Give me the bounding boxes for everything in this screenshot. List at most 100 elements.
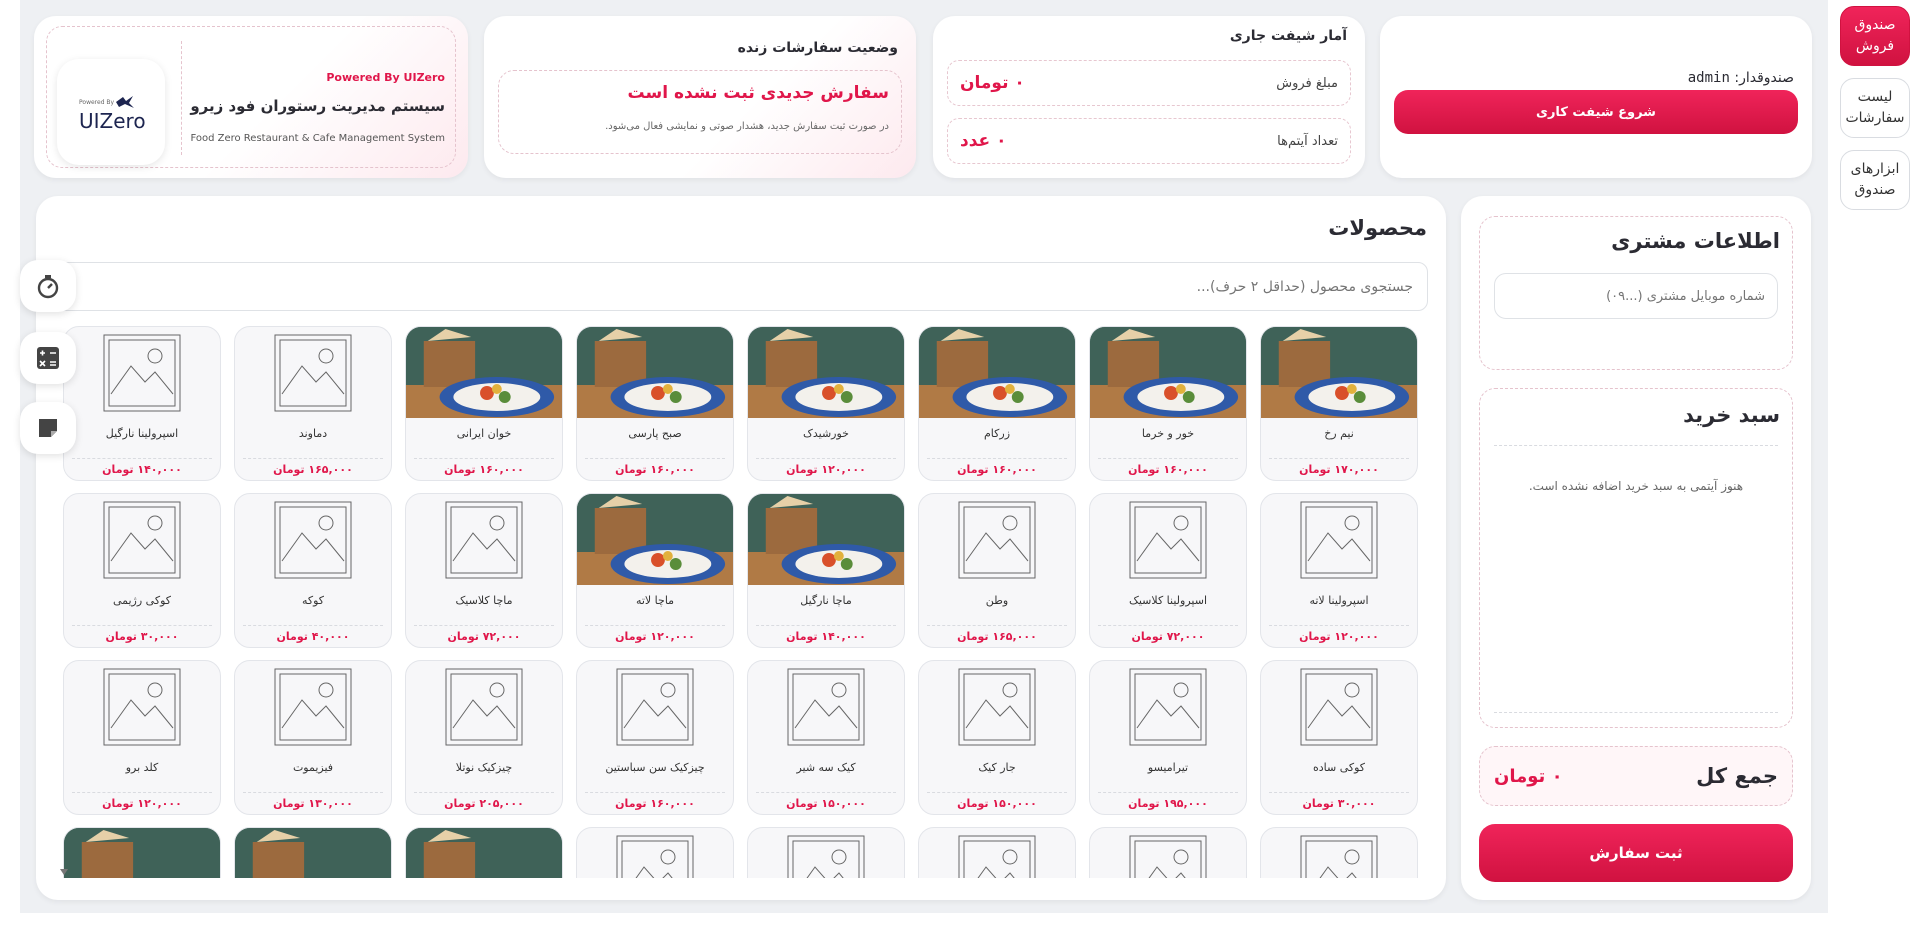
product-photo: [748, 327, 904, 418]
product-card[interactable]: [1260, 827, 1418, 878]
product-name: خورشیدک: [803, 427, 849, 440]
total-box: جمع کل ۰ تومان: [1479, 746, 1793, 806]
product-card[interactable]: نیم رخ ۱۷۰,۰۰۰ تومان: [1260, 326, 1418, 481]
product-image-placeholder-icon: [1090, 828, 1246, 878]
total-value: ۰ تومان: [1494, 765, 1563, 787]
product-card[interactable]: [234, 827, 392, 878]
product-card[interactable]: اسپرولینا نارگیل ۱۴۰,۰۰۰ تومان: [63, 326, 221, 481]
product-card[interactable]: زرکام ۱۶۰,۰۰۰ تومان: [918, 326, 1076, 481]
product-price: ۱۶۵,۰۰۰ تومان: [243, 458, 383, 476]
product-image-placeholder-icon: [919, 661, 1075, 752]
brand-divider: [181, 41, 182, 155]
product-search-input[interactable]: [52, 262, 1428, 311]
product-card[interactable]: چیزکیک سن سباستین ۱۶۰,۰۰۰ تومان: [576, 660, 734, 815]
product-price: ۳۰,۰۰۰ تومان: [72, 625, 212, 643]
product-name: نیم رخ: [1324, 427, 1354, 440]
product-card[interactable]: ماچا کلاسیک ۷۲,۰۰۰ تومان: [405, 493, 563, 648]
product-price: ۱۵۰,۰۰۰ تومان: [756, 792, 896, 810]
products-title: محصولات: [1328, 216, 1427, 240]
cart-box: سبد خرید هنوز آیتمی به سبد خرید اضافه نش…: [1479, 388, 1793, 728]
sales-amount-value: ۰ تومان: [960, 73, 1025, 93]
product-price: ۱۵۰,۰۰۰ تومان: [927, 792, 1067, 810]
product-card[interactable]: وطن ۱۶۵,۰۰۰ تومان: [918, 493, 1076, 648]
nav-cash-register[interactable]: صندوق فروش: [1840, 6, 1910, 66]
brand-card: Powered By UIZero سیستم مدیریت رستوران ف…: [34, 16, 468, 178]
product-card[interactable]: فیزیموت ۱۳۰,۰۰۰ تومان: [234, 660, 392, 815]
product-card[interactable]: چیزکیک نوتلا ۲۰۵,۰۰۰ تومان: [405, 660, 563, 815]
product-image-placeholder-icon: [919, 494, 1075, 585]
product-card[interactable]: [576, 827, 734, 878]
product-card[interactable]: کیک سه شیر ۱۵۰,۰۰۰ تومان: [747, 660, 905, 815]
cashier-info: صندوقدار: admin: [1688, 70, 1794, 86]
product-price: ۱۲۰,۰۰۰ تومان: [1269, 625, 1409, 643]
live-orders-card: وضعیت سفارشات زنده سفارش جدیدی ثبت نشده …: [484, 16, 916, 178]
logo-small-text: Powered By: [79, 99, 115, 106]
note-tool-button[interactable]: [20, 402, 76, 454]
scroll-down-icon[interactable]: [56, 862, 70, 876]
product-card[interactable]: تیرامیسو ۱۹۵,۰۰۰ تومان: [1089, 660, 1247, 815]
product-name: وطن: [985, 594, 1009, 607]
product-price: ۱۶۵,۰۰۰ تومان: [927, 625, 1067, 643]
product-card[interactable]: [1089, 827, 1247, 878]
brand-title: سیستم مدیریت رستوران فود زیرو: [190, 97, 445, 115]
product-price: ۱۲۰,۰۰۰ تومان: [756, 458, 896, 476]
product-photo: [406, 828, 562, 878]
sales-amount-box: مبلغ فروش ۰ تومان: [947, 60, 1351, 106]
product-photo: [577, 327, 733, 418]
product-card[interactable]: [747, 827, 905, 878]
shift-stats-card: آمار شیفت جاری مبلغ فروش ۰ تومان تعداد آ…: [933, 16, 1365, 178]
product-card[interactable]: ماچا لاته ۱۲۰,۰۰۰ تومان: [576, 493, 734, 648]
product-photo: [577, 494, 733, 585]
product-image-placeholder-icon: [1090, 661, 1246, 752]
start-shift-button[interactable]: شروع شیفت کاری: [1394, 90, 1798, 134]
product-price: ۴۰,۰۰۰ تومان: [243, 625, 383, 643]
product-card[interactable]: اسپرولینا کلاسیک ۷۲,۰۰۰ تومان: [1089, 493, 1247, 648]
product-image-placeholder-icon: [748, 661, 904, 752]
submit-order-button[interactable]: ثبت سفارش: [1479, 824, 1793, 882]
product-card[interactable]: کوکه ۴۰,۰۰۰ تومان: [234, 493, 392, 648]
timer-tool-button[interactable]: [20, 260, 76, 312]
customer-info-title: اطلاعات مشتری: [1611, 229, 1780, 253]
live-orders-title: وضعیت سفارشات زنده: [737, 40, 898, 56]
product-card[interactable]: اسپرولینا لاته ۱۲۰,۰۰۰ تومان: [1260, 493, 1418, 648]
bird-icon: [116, 96, 134, 108]
product-name: خوان ایرانی: [456, 427, 512, 440]
product-image-placeholder-icon: [235, 661, 391, 752]
product-name: چیزکیک نوتلا: [455, 761, 513, 774]
product-price: ۳۰,۰۰۰ تومان: [1269, 792, 1409, 810]
product-card[interactable]: جار کیک ۱۵۰,۰۰۰ تومان: [918, 660, 1076, 815]
calculator-tool-button[interactable]: [20, 332, 76, 384]
product-card[interactable]: [405, 827, 563, 878]
product-name: ماچا کلاسیک: [455, 594, 513, 607]
cart-empty-message: هنوز آیتمی به سبد خرید اضافه نشده است.: [1528, 479, 1744, 493]
product-card[interactable]: صبح پارسی ۱۶۰,۰۰۰ تومان: [576, 326, 734, 481]
product-photo: [1090, 327, 1246, 418]
product-card[interactable]: کلد برو ۱۲۰,۰۰۰ تومان: [63, 660, 221, 815]
product-price: ۱۶۰,۰۰۰ تومان: [585, 792, 725, 810]
product-photo: [235, 828, 391, 878]
product-name: خور و خرما: [1141, 427, 1195, 440]
product-card[interactable]: کوکی رژیمی ۳۰,۰۰۰ تومان: [63, 493, 221, 648]
product-price: ۱۶۰,۰۰۰ تومان: [927, 458, 1067, 476]
product-image-placeholder-icon: [64, 494, 220, 585]
product-card[interactable]: کوکی ساده ۳۰,۰۰۰ تومان: [1260, 660, 1418, 815]
product-card[interactable]: ماچا نارگیل ۱۴۰,۰۰۰ تومان: [747, 493, 905, 648]
cart-bottom-divider: [1494, 712, 1778, 713]
customer-phone-input[interactable]: [1494, 273, 1778, 319]
nav-orders-list[interactable]: لیست سفارشات: [1840, 78, 1910, 138]
cashier-name: admin: [1687, 70, 1730, 86]
live-orders-note: در صورت ثبت سفارش جدید، هشدار صوتی و نما…: [605, 121, 889, 132]
cart-title: سبد خرید: [1683, 403, 1780, 427]
product-card[interactable]: خورشیدک ۱۲۰,۰۰۰ تومان: [747, 326, 905, 481]
nav-cash-tools[interactable]: ابزارهای صندوق: [1840, 150, 1910, 210]
product-photo: [406, 327, 562, 418]
product-image-placeholder-icon: [64, 327, 220, 418]
product-photo: [1261, 327, 1417, 418]
product-name: اسپرولینا لاته: [1309, 594, 1369, 607]
product-card[interactable]: [63, 827, 221, 878]
product-card[interactable]: دماوند ۱۶۵,۰۰۰ تومان: [234, 326, 392, 481]
product-card[interactable]: خور و خرما ۱۶۰,۰۰۰ تومان: [1089, 326, 1247, 481]
product-card[interactable]: [918, 827, 1076, 878]
brand-box: Powered By UIZero سیستم مدیریت رستوران ف…: [46, 26, 456, 168]
product-card[interactable]: خوان ایرانی ۱۶۰,۰۰۰ تومان: [405, 326, 563, 481]
